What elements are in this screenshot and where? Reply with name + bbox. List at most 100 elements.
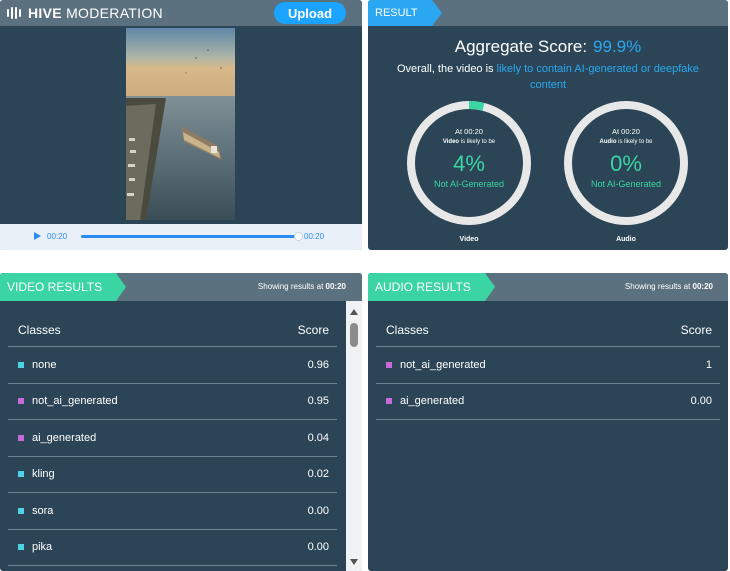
aggregate-label: Aggregate Score: — [454, 37, 588, 56]
result-panel: RESULT Aggregate Score: 99.9% Overall, th… — [368, 0, 728, 250]
video-gauge: At 00:20 Video is likely to be 4% Not AI… — [406, 100, 532, 226]
audio-showing-prefix: Showing results at — [624, 282, 691, 291]
class-cell: ai_generated — [18, 432, 96, 444]
audio-results-panel: AUDIO RESULTS Showing results at 00:20 C… — [368, 273, 728, 571]
class-color-icon — [386, 361, 392, 368]
audio-showing-time: 00:20 — [692, 282, 713, 291]
class-name: kling — [32, 468, 55, 481]
score-value: 0.95 — [307, 395, 329, 408]
audio-gauge-time: At 00:20 — [612, 127, 640, 136]
score-value: 1 — [705, 358, 712, 371]
table-row: ai_generated 0.00 — [376, 384, 720, 420]
upload-button[interactable]: Upload — [274, 2, 346, 24]
table-row: pika 0.00 — [8, 530, 337, 566]
score-value: 0.00 — [307, 541, 329, 554]
class-color-icon — [18, 434, 24, 441]
class-name: ai_generated — [400, 395, 465, 408]
video-results-panel: VIDEO RESULTS Showing results at 00:20 C… — [0, 273, 362, 571]
table-row: not_ai_generated 0.95 — [8, 384, 337, 420]
table-row: none 0.96 — [8, 347, 337, 384]
audio-gauge-subject: Audio — [599, 139, 617, 145]
scroll-up-icon[interactable] — [350, 309, 358, 315]
class-name: sora — [32, 504, 54, 517]
class-color-icon — [18, 398, 24, 405]
class-name: pika — [32, 541, 53, 554]
class-color-icon — [18, 507, 24, 514]
video-player-panel: HIVE MODERATION Upload 00:20 00:20 — [0, 0, 362, 250]
hive-logo-icon — [7, 7, 21, 19]
audio-gauge-caption: Audio — [616, 236, 636, 243]
result-tag: RESULT — [368, 0, 442, 26]
video-table-header: Classes Score — [8, 313, 337, 347]
brand-bold: HIVE — [28, 5, 62, 21]
class-cell: not_ai_generated — [386, 359, 486, 371]
aggregate-value: 99.9% — [593, 37, 642, 56]
audio-results-header: AUDIO RESULTS Showing results at 00:20 — [368, 273, 728, 301]
audio-gauge-likely: Audio is likely to be — [563, 139, 689, 145]
video-col-classes: Classes — [18, 322, 61, 337]
aggregate-score: Aggregate Score: 99.9% — [368, 37, 728, 57]
class-cell: not_ai_generated — [18, 395, 118, 407]
audio-showing-results: Showing results at 00:20 — [625, 282, 713, 291]
class-name: ai_generated — [32, 431, 97, 444]
video-frame[interactable] — [126, 28, 235, 220]
score-value: 0.96 — [307, 358, 329, 371]
score-value: 0.00 — [690, 395, 712, 408]
table-row: sora 0.00 — [8, 493, 337, 530]
video-gauge-subject: Video — [442, 139, 460, 145]
audio-col-classes: Classes — [386, 322, 429, 337]
class-cell: kling — [18, 468, 55, 480]
video-thumbnail-image — [126, 28, 235, 220]
play-icon[interactable] — [34, 232, 41, 240]
score-value: 0.02 — [307, 468, 329, 481]
table-row: kling 0.02 — [8, 457, 337, 493]
end-time: 00:20 — [304, 232, 325, 241]
video-gauge-time: At 00:20 — [455, 127, 483, 136]
video-gauge-likely-text: is likely to be — [460, 139, 496, 145]
video-gauge-caption: Video — [459, 236, 479, 243]
video-results-tag: VIDEO RESULTS — [0, 273, 127, 301]
video-results-scrollbar[interactable] — [346, 301, 362, 571]
score-value: 0.00 — [307, 504, 329, 517]
class-cell: none — [18, 359, 56, 371]
class-color-icon — [18, 471, 24, 478]
hive-logo: HIVE MODERATION — [7, 5, 163, 21]
video-gauge-percent: 4% — [453, 151, 485, 176]
scroll-down-icon[interactable] — [350, 559, 358, 565]
video-gauge-status: Not AI-Generated — [433, 179, 505, 189]
class-color-icon — [386, 398, 392, 405]
class-name: none — [32, 358, 57, 371]
video-showing-results: Showing results at 00:20 — [258, 282, 346, 291]
overall-highlight: likely to contain AI-generated or deepfa… — [496, 63, 700, 91]
audio-results-tag: AUDIO RESULTS — [368, 273, 495, 301]
brand-light: MODERATION — [66, 5, 163, 21]
audio-gauge: At 00:20 Audio is likely to be 0% Not AI… — [563, 100, 689, 226]
table-row: ai_generated 0.04 — [8, 420, 337, 457]
class-name: not_ai_generated — [32, 395, 118, 408]
class-cell: sora — [18, 505, 53, 517]
audio-gauge-percent: 0% — [610, 151, 642, 176]
class-cell: ai_generated — [386, 395, 464, 407]
audio-gauge-status: Not AI-Generated — [590, 179, 662, 189]
class-color-icon — [18, 361, 24, 368]
audio-gauge-likely-text: is likely to be — [618, 139, 653, 145]
video-gauge-likely: Video is likely to be — [406, 139, 532, 145]
table-row: not_ai_generated 1 — [376, 347, 720, 384]
scroll-thumb[interactable] — [350, 323, 358, 347]
video-results-table: Classes Score none 0.96 not_ai_generated 0.… — [8, 313, 337, 566]
video-col-score: Score — [297, 322, 329, 337]
overall-prefix: Overall, the video is — [396, 63, 494, 75]
audio-results-table: Classes Score not_ai_generated 1 ai_genera… — [376, 313, 720, 420]
audio-col-score: Score — [680, 322, 712, 337]
audio-table-header: Classes Score — [376, 313, 720, 347]
current-time: 00:20 — [47, 232, 68, 241]
class-cell: pika — [18, 541, 52, 553]
class-name: not_ai_generated — [400, 358, 486, 371]
class-color-icon — [18, 544, 24, 551]
overall-summary: Overall, the video is likely to contain … — [378, 61, 718, 93]
seek-bar[interactable] — [81, 235, 295, 238]
video-showing-time: 00:20 — [325, 282, 346, 291]
player-header: HIVE MODERATION Upload — [0, 0, 362, 26]
seek-handle[interactable] — [294, 232, 303, 241]
score-value: 0.04 — [307, 431, 329, 444]
